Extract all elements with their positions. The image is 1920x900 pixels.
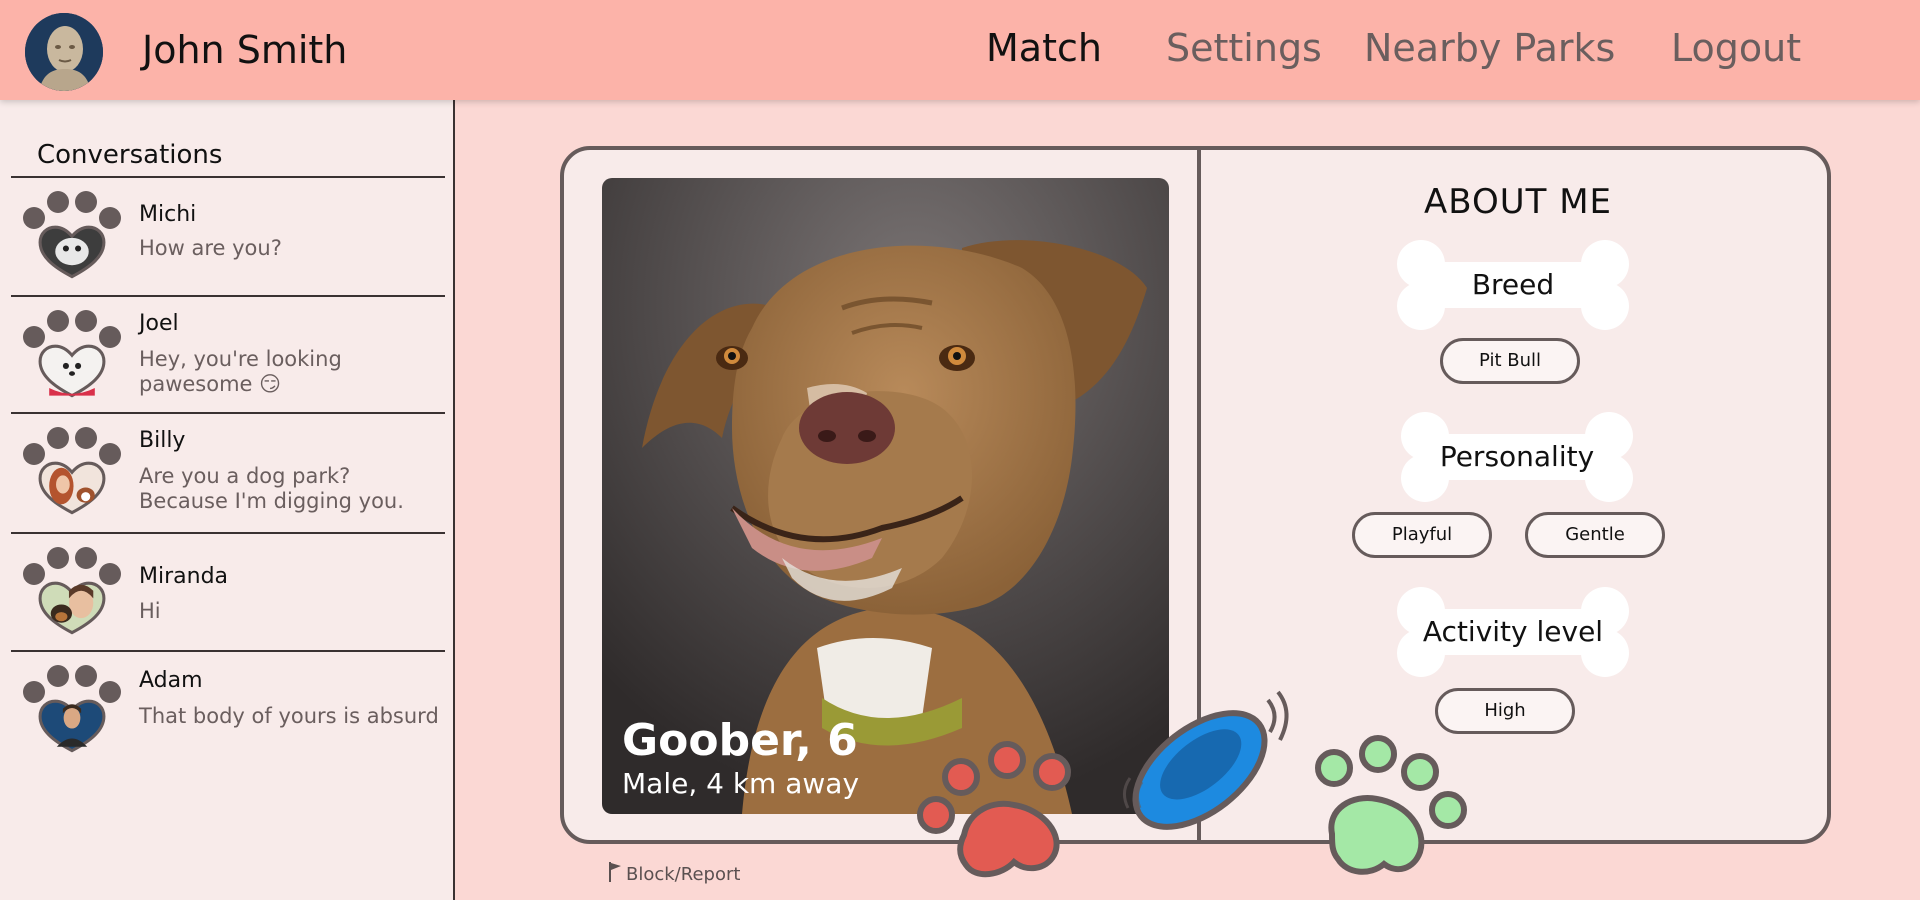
flag-icon	[609, 862, 621, 882]
conversation-item-adam[interactable]: Adam That body of yours is absurd	[11, 652, 445, 770]
paw-icon	[23, 310, 121, 398]
conversation-name: Billy	[139, 428, 186, 453]
breed-value: Pit Bull	[1440, 338, 1580, 384]
block-report-link[interactable]: Block/Report	[608, 862, 740, 885]
personality-value-gentle: Gentle	[1525, 512, 1665, 558]
personality-label: Personality	[1439, 440, 1595, 473]
activity-value: High	[1435, 688, 1575, 734]
dog-details: Male, 4 km away	[622, 767, 860, 800]
nav-logout[interactable]: Logout	[1671, 26, 1801, 70]
conversations-title: Conversations	[37, 140, 223, 170]
conversation-name: Joel	[139, 311, 179, 336]
paw-icon	[917, 741, 1071, 878]
conversation-message: How are you?	[139, 236, 282, 260]
paw-icon	[23, 665, 121, 753]
paw-icon	[23, 191, 121, 279]
about-me-title: ABOUT ME	[1423, 182, 1613, 222]
conversation-name: Miranda	[139, 564, 229, 589]
frisbee-icon	[1123, 690, 1289, 830]
paw-icon	[23, 547, 121, 635]
conversation-message: Hi	[139, 599, 161, 623]
top-header: John Smith Match Settings Nearby Parks L…	[0, 0, 1920, 100]
conversation-message: That body of yours is absurd	[139, 704, 439, 728]
nav-match[interactable]: Match	[986, 26, 1102, 70]
conversation-item-miranda[interactable]: Miranda Hi	[11, 534, 445, 650]
conversations-sidebar: Conversations Michi How are you? Joel He…	[0, 100, 455, 900]
conversation-item-michi[interactable]: Michi How are you?	[11, 178, 445, 295]
conversation-item-joel[interactable]: Joel Hey, you're looking pawesome 😏	[11, 297, 445, 412]
user-name: John Smith	[142, 28, 348, 72]
nav-settings[interactable]: Settings	[1166, 26, 1322, 70]
nav-nearby-parks[interactable]: Nearby Parks	[1364, 26, 1615, 70]
activity-label: Activity level	[1422, 615, 1604, 648]
breed-label: Breed	[1471, 268, 1555, 301]
block-report-label: Block/Report	[626, 864, 741, 885]
conversation-name: Adam	[139, 668, 203, 693]
conversation-message: Are you a dog park? Because I'm digging …	[139, 464, 404, 513]
paw-icon	[23, 427, 121, 515]
dog-photo[interactable]: Goober, 6 Male, 4 km away	[602, 178, 1169, 814]
bone-icon: Breed	[1397, 240, 1629, 330]
paw-icon	[1315, 735, 1467, 875]
conversation-name: Michi	[139, 202, 197, 227]
bone-icon: Personality	[1401, 412, 1633, 502]
dog-name-age: Goober, 6	[622, 715, 858, 766]
conversation-message: Hey, you're looking pawesome 😏	[139, 347, 342, 396]
user-avatar[interactable]	[25, 13, 103, 91]
conversation-item-billy[interactable]: Billy Are you a dog park? Because I'm di…	[11, 414, 445, 532]
bone-icon: Activity level	[1397, 587, 1629, 677]
personality-value-playful: Playful	[1352, 512, 1492, 558]
